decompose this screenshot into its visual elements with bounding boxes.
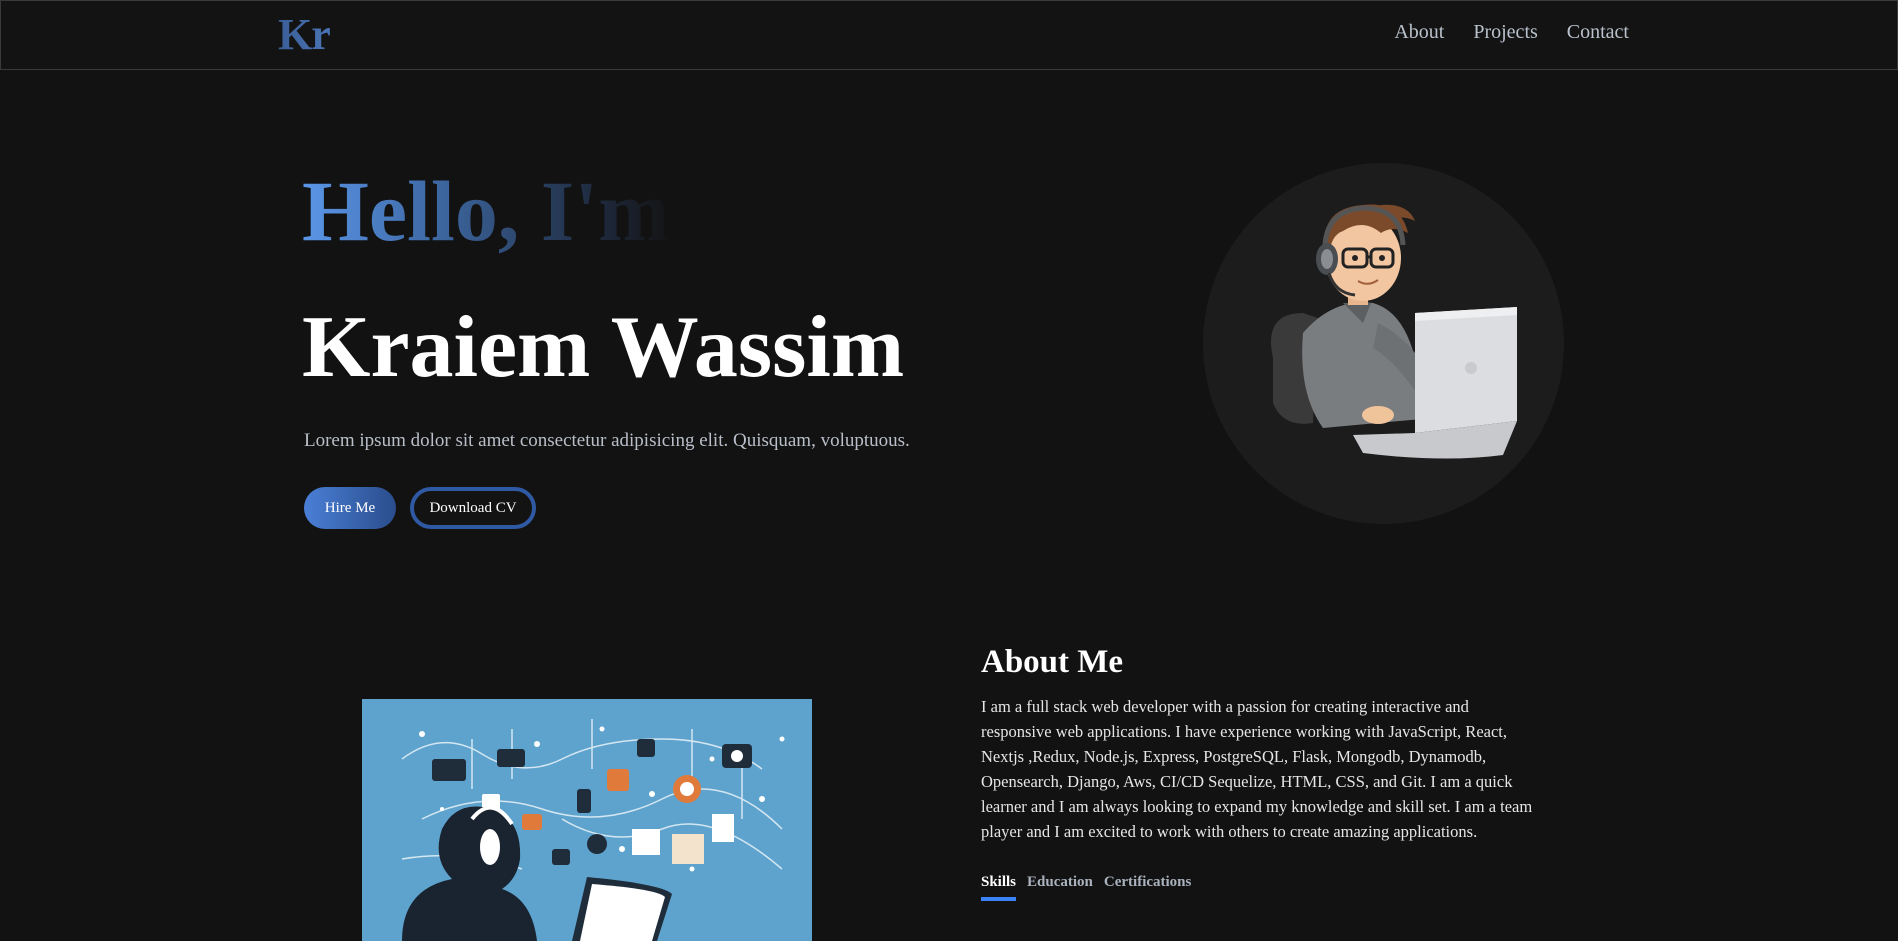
hero-greeting: Hello, I'm	[302, 163, 670, 259]
nav-link-about[interactable]: About	[1394, 21, 1444, 44]
hire-me-button[interactable]: Hire Me	[304, 487, 396, 529]
tab-education[interactable]: Education	[1027, 874, 1093, 901]
hero-name: Kraiem Wassim	[302, 299, 905, 396]
about-illustration	[362, 699, 812, 941]
site-logo[interactable]: Kr	[278, 9, 331, 60]
download-cv-button[interactable]: Download CV	[410, 487, 536, 529]
nav-links: About Projects Contact	[1394, 21, 1629, 44]
nav-link-projects[interactable]: Projects	[1473, 21, 1537, 44]
avatar	[1203, 163, 1564, 524]
tab-skills[interactable]: Skills	[981, 874, 1017, 901]
about-text: I am a full stack web developer with a p…	[981, 697, 1533, 841]
hero-tagline: Lorem ipsum dolor sit amet consectetur a…	[304, 430, 910, 451]
developer-workspace-illustration	[362, 699, 812, 941]
about-tabs: Skills Education Certifications	[981, 874, 1191, 901]
about-title: About Me	[981, 644, 1124, 680]
tab-certifications[interactable]: Certifications	[1104, 874, 1191, 901]
nav-link-contact[interactable]: Contact	[1567, 21, 1629, 44]
navbar: Kr About Projects Contact	[0, 0, 1898, 70]
developer-avatar-illustration	[1271, 204, 1517, 459]
